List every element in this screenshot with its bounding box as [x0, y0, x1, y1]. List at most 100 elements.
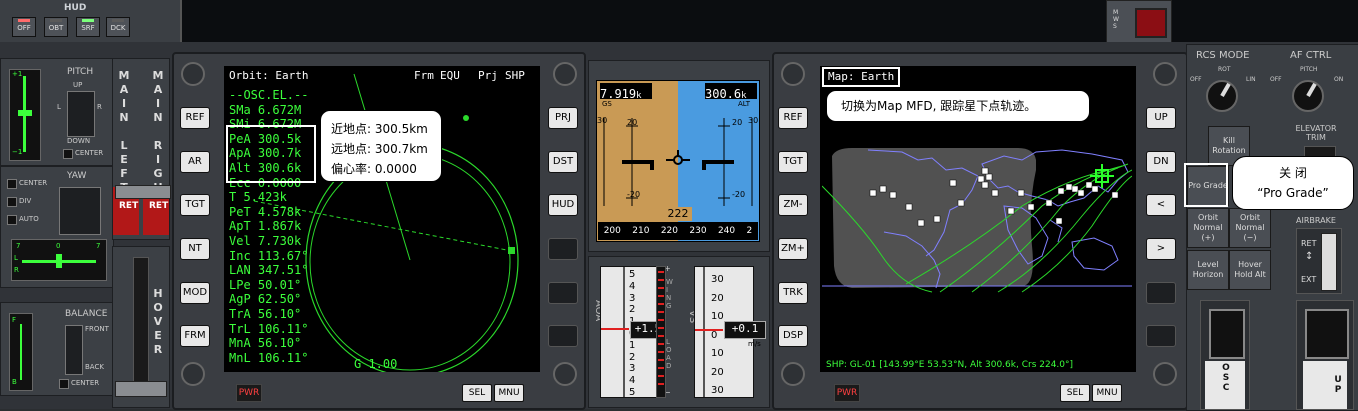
- right-mfd-mnu-button[interactable]: MNU: [1092, 384, 1122, 402]
- heading-tape: 200 210 220 230 240 2: [598, 222, 758, 240]
- balance-panel: BALANCE F B FRONT BACK CENTER: [0, 302, 114, 396]
- hud-obt-button[interactable]: OBT: [44, 17, 68, 37]
- left-mfd-prj-button[interactable]: PRJ: [548, 107, 578, 129]
- left-mfd-pwr-button[interactable]: PWR: [236, 384, 262, 402]
- yaw-center-button[interactable]: [7, 179, 17, 189]
- pitch-tick-30-right: 30: [748, 116, 759, 125]
- rcs-mode-title: RCS MODE: [1196, 50, 1250, 61]
- right-mfd-left-button[interactable]: <: [1146, 194, 1176, 216]
- left-mfd-frm-button[interactable]: FRM: [180, 325, 210, 347]
- orbit-normal-minus-button[interactable]: Orbit Normal (−): [1229, 208, 1271, 248]
- airbrake-arrow-icon: ↕: [1305, 251, 1314, 262]
- hud-srf-button[interactable]: SRF: [76, 17, 100, 37]
- left-mfd-ref-button[interactable]: REF: [180, 107, 210, 129]
- right-mfd-blank-button-6[interactable]: [1146, 325, 1176, 347]
- up-label: UP: [1334, 375, 1342, 395]
- left-mfd-knob-tr[interactable]: [553, 62, 577, 86]
- periapsis-marker: [463, 115, 469, 121]
- tra-value: TrA 56.10°: [229, 306, 302, 321]
- hover-label: HOVER: [153, 287, 163, 356]
- sma-value: SMa 6.672M: [229, 102, 302, 117]
- left-mfd-hud-button[interactable]: HUD: [548, 194, 578, 216]
- master-warning-switch[interactable]: M W S: [1106, 0, 1172, 44]
- yaw-div-button[interactable]: [7, 197, 17, 207]
- pitch-trim-panel: PITCH +1 −1 UP L R DOWN CENTER: [0, 58, 114, 166]
- yaw-auto-button[interactable]: [7, 215, 17, 225]
- right-mfd-sel-button[interactable]: SEL: [1060, 384, 1090, 402]
- right-mfd-right-button[interactable]: >: [1146, 238, 1176, 260]
- lan-value: LAN 347.51°: [229, 263, 309, 278]
- left-mfd-title: Orbit: Earth: [229, 69, 309, 82]
- left-callout: 近地点: 300.5km 远地点: 300.7km 偏心率: 0.0000: [320, 110, 442, 182]
- left-mfd-blank-button-5[interactable]: [548, 282, 578, 304]
- left-mfd-mnu-button[interactable]: MNU: [494, 384, 524, 402]
- vs-scale: 30 20 10 0 10 20 30: [711, 274, 724, 396]
- right-mfd-up-button[interactable]: UP: [1146, 107, 1176, 129]
- vel-value: Vel 7.730k: [229, 233, 302, 248]
- agp-value: AgP 62.50°: [229, 292, 302, 307]
- frm-value: EQU: [440, 69, 460, 82]
- pro-grade-highlight: [1184, 163, 1228, 207]
- warning-lamp[interactable]: [1135, 8, 1167, 38]
- mnl-value: MnL 106.11°: [229, 350, 309, 365]
- balance-gauge: F B: [9, 313, 33, 391]
- pitch-tick-20-left: 20: [627, 118, 638, 127]
- right-mfd-knob-bl[interactable]: [781, 362, 805, 386]
- space-view: [1180, 0, 1358, 42]
- wing-label: WING: [666, 278, 673, 310]
- left-mfd-sel-button[interactable]: SEL: [462, 384, 492, 402]
- right-mfd-knob-tl[interactable]: [781, 62, 805, 86]
- right-mfd-dn-button[interactable]: DN: [1146, 151, 1176, 173]
- left-mfd-knob-bl[interactable]: [181, 362, 205, 386]
- pitch-center-button[interactable]: [63, 149, 73, 159]
- af-ctrl-knob[interactable]: [1292, 80, 1324, 112]
- right-mfd-blank-button-5[interactable]: [1146, 282, 1176, 304]
- main-throttle-panel: MAINLEFT MAINRIGHT RET RET: [112, 58, 171, 240]
- left-mfd-tgt-button[interactable]: TGT: [180, 194, 210, 216]
- left-mfd-ar-button[interactable]: AR: [180, 151, 210, 173]
- hover-hold-alt-button[interactable]: Hover Hold Alt: [1229, 250, 1271, 290]
- left-mfd-mod-button[interactable]: MOD: [180, 282, 210, 304]
- hud-title: HUD: [64, 3, 87, 13]
- left-mfd-dst-button[interactable]: DST: [548, 151, 578, 173]
- osc-lever[interactable]: [1209, 309, 1245, 359]
- balance-center-button[interactable]: [59, 379, 69, 389]
- main-throttle-lever[interactable]: [115, 185, 171, 199]
- right-mfd-dsp-button[interactable]: DSP: [778, 325, 808, 347]
- hover-throttle-lever[interactable]: [115, 381, 167, 397]
- left-mfd-knob-tl[interactable]: [181, 62, 205, 86]
- airbrake-lever[interactable]: RET ↕ EXT: [1296, 228, 1342, 294]
- balance-switch[interactable]: [65, 325, 83, 375]
- level-horizon-button[interactable]: Level Horizon: [1187, 250, 1229, 290]
- left-mfd-nt-button[interactable]: NT: [180, 238, 210, 260]
- right-mfd-ref-button[interactable]: REF: [778, 107, 808, 129]
- left-mfd-knob-br[interactable]: [553, 362, 577, 386]
- rcs-mode-knob[interactable]: [1206, 80, 1238, 112]
- hud-off-button[interactable]: OFF: [12, 17, 36, 37]
- left-mfd-blank-button-6[interactable]: [548, 325, 578, 347]
- right-mfd-knob-tr[interactable]: [1153, 62, 1177, 86]
- apt-value: ApT 1.867k: [229, 219, 302, 234]
- left-mfd-blank-button-4[interactable]: [548, 238, 578, 260]
- period-value: T 5.423k: [229, 190, 287, 205]
- hud-dck-button[interactable]: DCK: [106, 17, 130, 37]
- right-mfd-tgt-button[interactable]: TGT: [778, 151, 808, 173]
- right-mfd-zoom-out-button[interactable]: ZM-: [778, 194, 808, 216]
- aoa-label: AOA: [593, 300, 604, 322]
- main-left-label: MAINLEFT: [118, 69, 130, 194]
- right-mfd-pwr-button[interactable]: PWR: [834, 384, 860, 402]
- prj-value: SHP: [505, 69, 525, 82]
- orbit-normal-plus-button[interactable]: Orbit Normal (+): [1187, 208, 1229, 248]
- pro-grade-callout: 关 闭 “Pro Grade”: [1232, 156, 1354, 210]
- osc-el-header: --OSC.EL.--: [229, 88, 309, 102]
- vs-pointer: [695, 329, 723, 331]
- yaw-trim-switch[interactable]: [59, 187, 101, 235]
- orbit-circle-reference: [309, 153, 511, 371]
- heading-readout: 222: [664, 207, 692, 221]
- pitch-trim-switch[interactable]: [67, 91, 95, 137]
- prj-label: Prj: [478, 69, 498, 82]
- right-mfd-trk-button[interactable]: TRK: [778, 282, 808, 304]
- gear-lever[interactable]: [1305, 309, 1349, 359]
- right-mfd-knob-br[interactable]: [1153, 362, 1177, 386]
- right-mfd-zoom-in-button[interactable]: ZM+: [778, 238, 808, 260]
